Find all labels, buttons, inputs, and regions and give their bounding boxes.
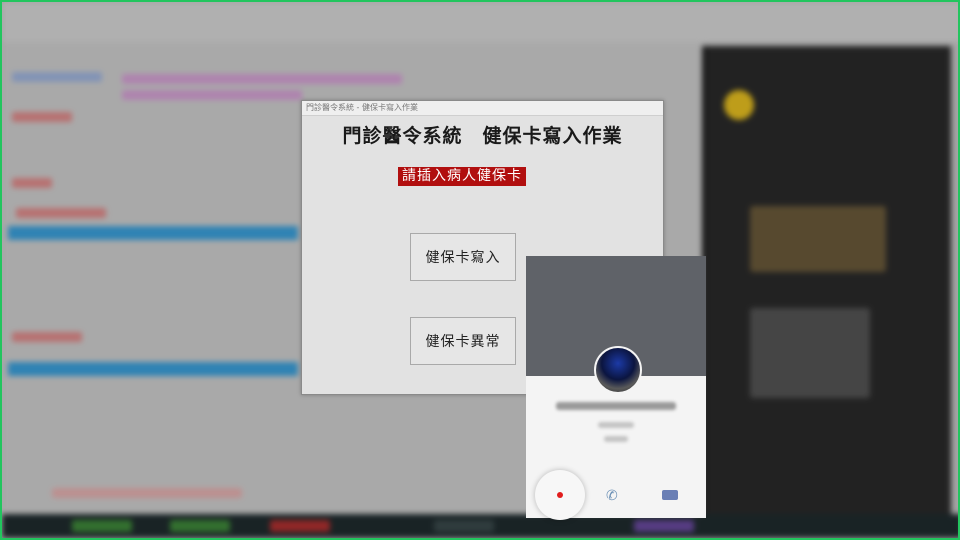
card-error-button[interactable]: 健保卡異常 [410, 317, 516, 365]
record-icon [557, 492, 563, 498]
write-card-button[interactable]: 健保卡寫入 [410, 233, 516, 281]
phone-icon[interactable]: ✆ [606, 488, 618, 504]
record-button[interactable] [535, 470, 585, 520]
dialog-heading: 門診醫令系統 健保卡寫入作業 [342, 125, 623, 147]
screen-frame: 門診醫令系統 - 健保卡寫入作業 門診醫令系統 健保卡寫入作業 請插入病人健保卡… [0, 0, 960, 540]
caller-avatar [594, 346, 642, 394]
insert-card-alert: 請插入病人健保卡 [398, 167, 526, 186]
dialog-title-bar: 門診醫令系統 - 健保卡寫入作業 [302, 101, 663, 116]
caller-status-blurred [604, 436, 628, 442]
caller-name-blurred [556, 402, 676, 410]
video-icon[interactable] [662, 490, 678, 500]
caller-status-blurred [598, 422, 634, 428]
